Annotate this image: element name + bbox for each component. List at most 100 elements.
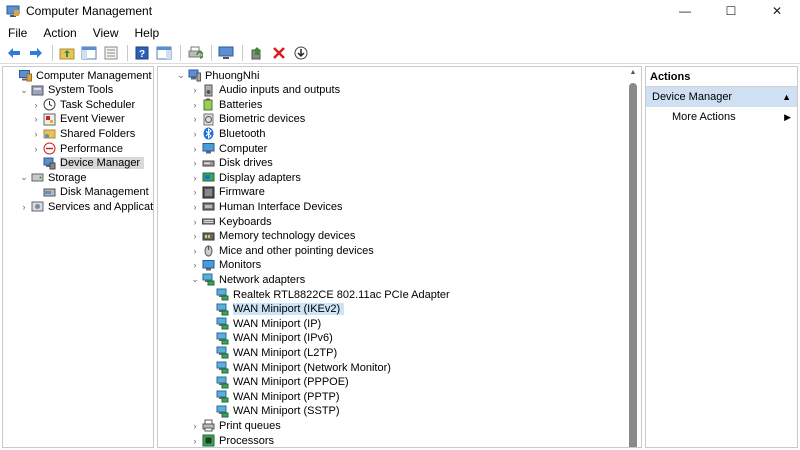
up-level-button[interactable]	[57, 44, 77, 62]
device-tree-row[interactable]: WAN Miniport (IPv6)	[204, 331, 333, 346]
properties-icon	[104, 46, 118, 59]
device-tree-row[interactable]: WAN Miniport (Network Monitor)	[204, 360, 391, 375]
device-tree-row[interactable]: WAN Miniport (IP)	[204, 316, 321, 331]
device-tree-row[interactable]: ⌄ PhuongNhi	[176, 68, 259, 83]
console-tree-row[interactable]: ⌄ Storage	[19, 170, 86, 185]
collapsed-chevron-icon[interactable]: ›	[31, 129, 41, 139]
device-tree-row[interactable]: WAN Miniport (IKEv2)	[204, 302, 345, 317]
menu-help[interactable]: Help	[127, 26, 168, 40]
device-tree-row[interactable]: WAN Miniport (L2TP)	[204, 345, 337, 360]
enable-device-button[interactable]	[291, 44, 311, 62]
red-x-icon	[273, 46, 285, 59]
collapsed-chevron-icon[interactable]: ›	[190, 421, 200, 431]
maximize-button[interactable]: ☐	[708, 0, 754, 22]
collapsed-chevron-icon[interactable]: ›	[190, 217, 200, 227]
print-button[interactable]	[185, 44, 205, 62]
expanded-chevron-icon[interactable]: ⌄	[19, 172, 29, 183]
expanded-chevron-icon[interactable]: ⌄	[190, 274, 200, 285]
console-tree-row[interactable]: Computer Management (Local)	[7, 68, 153, 83]
collapsed-chevron-icon[interactable]: ›	[190, 100, 200, 110]
device-tree-row[interactable]: WAN Miniport (PPTP)	[204, 389, 340, 404]
bluetooth-icon	[202, 127, 215, 140]
collapsed-chevron-icon[interactable]: ›	[190, 129, 200, 139]
expanded-chevron-icon[interactable]: ⌄	[176, 70, 186, 81]
window-title: Computer Management	[26, 4, 153, 18]
collapsed-chevron-icon[interactable]: ›	[190, 231, 200, 241]
device-tree-row[interactable]: › Biometric devices	[190, 112, 305, 127]
computer-management-app-icon	[6, 4, 20, 18]
disk-drive-icon	[202, 157, 215, 170]
expanded-chevron-icon[interactable]: ⌄	[19, 85, 29, 96]
collapsed-chevron-icon[interactable]: ›	[31, 100, 41, 110]
collapsed-chevron-icon[interactable]: ›	[190, 144, 200, 154]
collapsed-chevron-icon[interactable]: ›	[31, 144, 41, 154]
console-tree-row[interactable]: › Shared Folders	[31, 126, 136, 141]
collapsed-chevron-icon[interactable]: ›	[190, 158, 200, 168]
device-tree-row[interactable]: › Bluetooth	[190, 126, 265, 141]
collapsed-chevron-icon[interactable]: ›	[19, 202, 29, 212]
device-tree-row[interactable]: WAN Miniport (SSTP)	[204, 404, 340, 419]
device-tree-row[interactable]: › Keyboards	[190, 214, 272, 229]
network-adapter-icon	[216, 317, 229, 330]
device-tree-row[interactable]: › Computer	[190, 141, 268, 156]
vertical-scrollbar[interactable]: ▲	[629, 69, 637, 447]
uninstall-device-button[interactable]	[269, 44, 289, 62]
console-tree-pane[interactable]: Computer Management (Local) ⌄ System Tools…	[2, 66, 154, 448]
device-tree-label: Audio inputs and outputs	[219, 84, 341, 97]
collapsed-chevron-icon[interactable]: ›	[190, 85, 200, 95]
device-tree-label: WAN Miniport (IKEv2)	[233, 303, 345, 316]
scrollbar-thumb[interactable]	[629, 83, 637, 447]
update-driver-button[interactable]	[247, 44, 267, 62]
device-tree-row[interactable]: Realtek RTL8822CE 802.11ac PCIe Adapter	[204, 287, 450, 302]
console-tree-row[interactable]: › Task Scheduler	[31, 97, 135, 112]
device-tree-row[interactable]: › Audio inputs and outputs	[190, 83, 340, 98]
console-tree-row[interactable]: ⌄ System Tools	[19, 83, 113, 98]
collapsed-chevron-icon[interactable]: ›	[190, 114, 200, 124]
toolbar-separator	[242, 44, 243, 61]
minimize-button[interactable]: —	[662, 0, 708, 22]
collapsed-chevron-icon[interactable]: ›	[190, 173, 200, 183]
device-tree-row[interactable]: › Memory technology devices	[190, 229, 356, 244]
device-tree-row[interactable]: › Monitors	[190, 258, 262, 273]
collapsed-chevron-icon[interactable]: ›	[190, 202, 200, 212]
back-button[interactable]	[4, 44, 24, 62]
help-button[interactable]: ?	[132, 44, 152, 62]
device-tree-row[interactable]: › Batteries	[190, 97, 262, 112]
console-tree-row[interactable]: Device Manager	[31, 156, 145, 171]
scan-hardware-button[interactable]	[216, 44, 236, 62]
device-tree-row[interactable]: › Human Interface Devices	[190, 199, 343, 214]
menu-action[interactable]: Action	[35, 26, 84, 40]
collapsed-chevron-icon[interactable]: ›	[31, 114, 41, 124]
more-actions-item[interactable]: More Actions ▶	[646, 107, 797, 127]
scroll-up-arrow-icon[interactable]: ▲	[629, 69, 637, 77]
device-tree-label: Computer	[219, 142, 268, 155]
console-tree-row[interactable]: Disk Management	[31, 185, 149, 200]
properties-sheet-button[interactable]	[101, 44, 121, 62]
console-tree-row[interactable]: › Services and Applications	[19, 199, 154, 214]
device-tree-row[interactable]: › Firmware	[190, 185, 265, 200]
close-button[interactable]: ✕	[754, 0, 800, 22]
device-tree-row[interactable]: › Display adapters	[190, 170, 301, 185]
device-tree-row[interactable]: › Print queues	[190, 418, 281, 433]
console-tree-row[interactable]: › Event Viewer	[31, 112, 125, 127]
network-adapter-icon	[216, 288, 229, 301]
collapsed-chevron-icon[interactable]: ›	[190, 187, 200, 197]
show-hide-action-pane-button[interactable]	[154, 44, 174, 62]
device-tree-pane[interactable]: ⌄ PhuongNhi › Audio inputs and outputs › Batt…	[157, 66, 642, 448]
actions-section-device-manager[interactable]: Device Manager ▲	[646, 87, 797, 107]
forward-button[interactable]	[26, 44, 46, 62]
device-tree-row[interactable]: › Disk drives	[190, 156, 273, 171]
device-tree-row[interactable]: ⌄ Network adapters	[190, 272, 305, 287]
menu-view[interactable]: View	[85, 26, 127, 40]
device-tree-row[interactable]: › Mice and other pointing devices	[190, 243, 374, 258]
collapsed-chevron-icon[interactable]: ›	[190, 246, 200, 256]
collapse-up-icon[interactable]: ▲	[782, 87, 791, 107]
collapsed-chevron-icon[interactable]: ›	[190, 436, 200, 446]
menu-file[interactable]: File	[0, 26, 35, 40]
help-icon: ?	[135, 46, 149, 60]
device-tree-row[interactable]: WAN Miniport (PPPOE)	[204, 375, 349, 390]
console-tree-row[interactable]: › Performance	[31, 141, 123, 156]
device-tree-row[interactable]: › Processors	[190, 433, 274, 447]
show-hide-console-tree-button[interactable]	[79, 44, 99, 62]
collapsed-chevron-icon[interactable]: ›	[190, 260, 200, 270]
